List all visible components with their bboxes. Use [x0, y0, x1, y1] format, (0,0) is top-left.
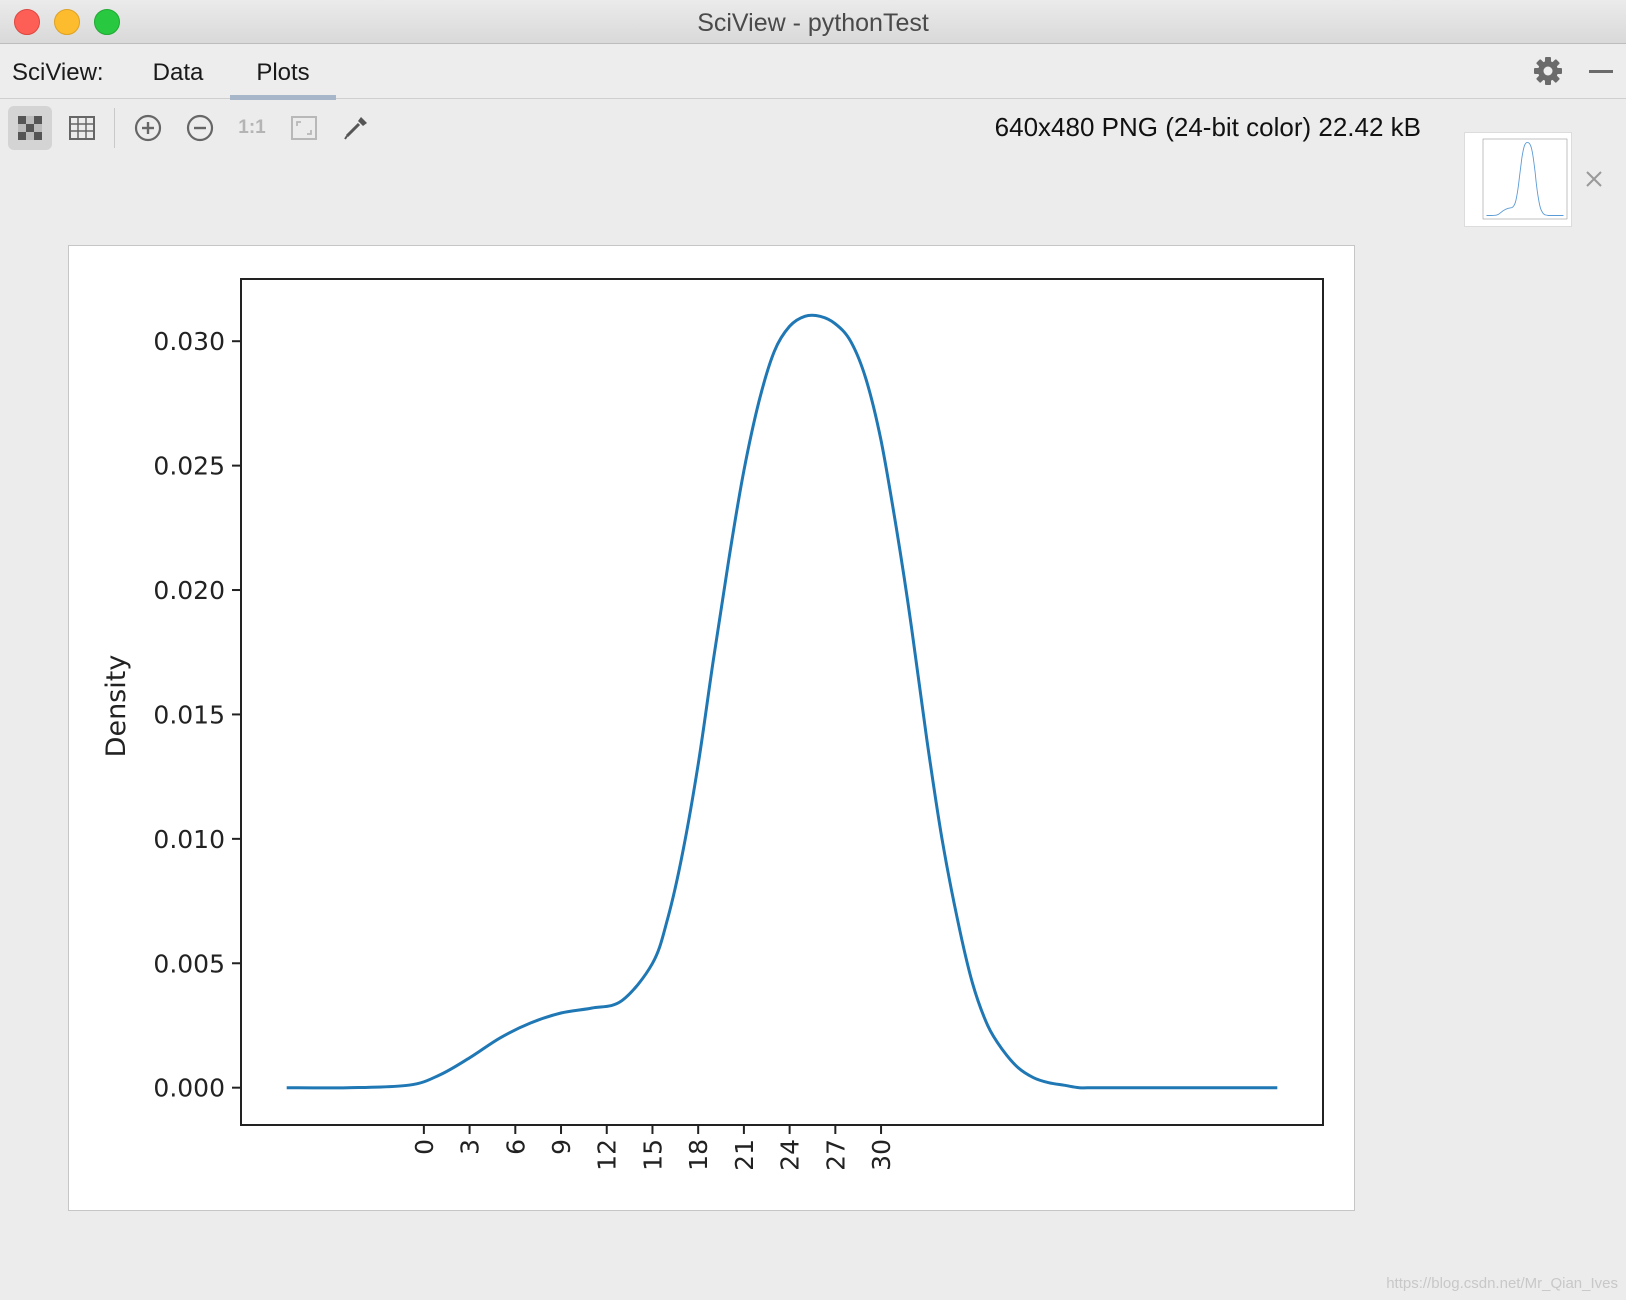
sciview-label: SciView: — [12, 59, 104, 86]
y-tick-label: 0.010 — [153, 825, 225, 854]
y-tick-label: 0.030 — [153, 327, 225, 356]
fit-window-button[interactable] — [282, 106, 326, 150]
x-tick-label: 18 — [684, 1139, 713, 1171]
zoom-in-icon — [134, 114, 162, 142]
ratio-label: 1:1 — [238, 117, 266, 138]
grid-icon — [69, 116, 95, 140]
x-tick-label: 3 — [456, 1139, 485, 1155]
checkerboard-icon — [18, 116, 42, 140]
y-axis-label: Density — [101, 655, 132, 758]
watermark: https://blog.csdn.net/Mr_Qian_Ives — [1386, 1275, 1618, 1292]
plot-axes-frame — [240, 278, 1324, 1126]
x-tick-label: 27 — [821, 1139, 850, 1171]
y-tick-label: 0.025 — [153, 452, 225, 481]
x-tick-label: 30 — [867, 1139, 896, 1171]
y-tick-label: 0.020 — [153, 576, 225, 605]
density-line — [286, 313, 1278, 1090]
y-tick-label: 0.015 — [153, 700, 225, 729]
thumbnail-preview — [1482, 138, 1568, 220]
minimize-panel-button[interactable] — [1589, 70, 1613, 73]
x-tick-label: 15 — [638, 1139, 667, 1171]
x-tick-label: 21 — [730, 1139, 759, 1171]
x-tick-label: 6 — [501, 1139, 530, 1155]
image-info: 640x480 PNG (24-bit color) 22.42 kB — [994, 112, 1421, 142]
y-tick-label: 0.000 — [153, 1074, 225, 1103]
plot-thumbnail[interactable] — [1464, 132, 1572, 227]
grid-button[interactable] — [60, 106, 104, 150]
zoom-in-button[interactable] — [126, 106, 170, 150]
fit-window-icon — [291, 116, 317, 140]
y-tick-label: 0.005 — [153, 949, 225, 978]
window-title: SciView - pythonTest — [697, 9, 929, 37]
plot-toolbar: 1:1 640x480 PNG (24-bit color) 22.42 kB — [0, 100, 1626, 156]
close-icon[interactable] — [1583, 168, 1605, 190]
zoom-to-fit-button[interactable] — [8, 106, 52, 150]
x-tick-label: 24 — [776, 1139, 805, 1171]
density-chart: 0.000 0.005 0.010 0.015 0.020 0.025 0.030 0 36 9… — [101, 278, 1324, 1171]
actual-size-button[interactable]: 1:1 — [230, 106, 274, 150]
sciview-tab-bar: SciView: Data Plots — [0, 45, 1626, 100]
tab-data[interactable]: Data — [140, 45, 216, 99]
eyedropper-icon — [344, 117, 367, 140]
x-tick-label: 12 — [593, 1139, 622, 1171]
zoom-out-icon — [186, 114, 214, 142]
gear-icon[interactable] — [1533, 56, 1563, 86]
color-picker-button[interactable] — [334, 106, 378, 150]
x-tick-label: 0 — [410, 1139, 439, 1155]
plot-image: 0.000 0.005 0.010 0.015 0.020 0.025 0.030 0 36 9… — [68, 245, 1355, 1211]
zoom-out-button[interactable] — [178, 106, 222, 150]
x-tick-label: 9 — [547, 1139, 576, 1155]
toolbar-separator — [114, 108, 115, 148]
tab-plots[interactable]: Plots — [230, 45, 336, 100]
title-bar: SciView - pythonTest — [0, 0, 1626, 44]
